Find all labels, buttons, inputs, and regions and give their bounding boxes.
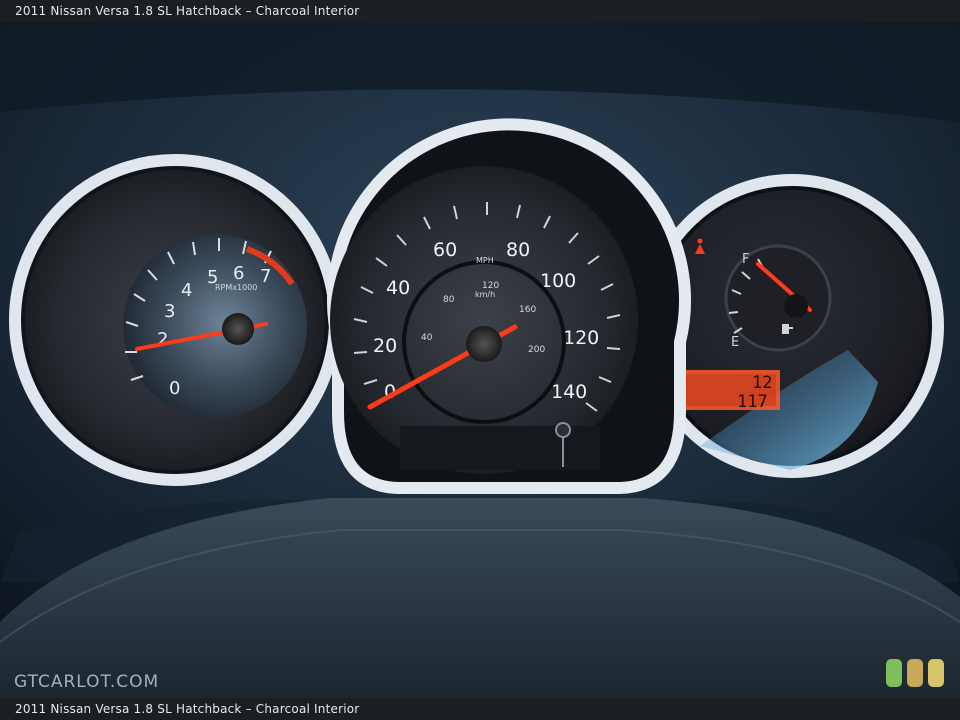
speed-mph-20: 20 [373,335,397,357]
badge-green [886,659,902,687]
speed-kmh-unit: km/h [475,290,495,299]
speed-mph-120: 120 [563,327,599,349]
speed-kmh-160: 160 [519,305,536,315]
caption-bottom: 2011 Nissan Versa 1.8 SL Hatchback – Cha… [0,698,960,720]
speed-kmh-40: 40 [421,333,433,343]
speed-mph-80: 80 [506,239,530,261]
fuel-hub [784,294,808,318]
odometer-line-2: 117 [737,392,768,412]
fuel-empty-label: E [731,335,739,350]
badge-amber [907,659,923,687]
tach-label-2: 2 [157,329,168,350]
tach-label-0: 0 [169,378,180,399]
speedometer-hub [466,326,502,362]
traffic-light-badge [886,659,946,687]
tachometer-hub [222,313,254,345]
tach-label-6: 6 [233,263,244,284]
tachometer: 0 2 3 4 5 6 7 RPMx1000 [9,154,341,486]
speed-kmh-200: 200 [528,345,545,355]
caption-top-text: 2011 Nissan Versa 1.8 SL Hatchback – Cha… [15,4,360,18]
speed-mph-140: 140 [551,381,587,403]
tach-label-7: 7 [260,266,271,287]
speed-mph-60: 60 [433,239,457,261]
photo-frame: 2011 Nissan Versa 1.8 SL Hatchback – Cha… [0,0,960,720]
caption-top: 2011 Nissan Versa 1.8 SL Hatchback – Cha… [0,0,960,22]
speed-mph-40: 40 [386,277,410,299]
speed-mph-unit: MPH [476,256,494,265]
dashboard-photo: 0 2 3 4 5 6 7 RPMx1000 F E 12 117 0 20 4… [0,22,960,698]
caption-bottom-text: 2011 Nissan Versa 1.8 SL Hatchback – Cha… [15,702,360,716]
speed-kmh-80: 80 [443,295,455,305]
tach-label-3: 3 [164,301,175,322]
speedometer: 0 20 40 60 80 100 120 140 40 80 120 160 … [327,118,691,494]
watermark: GTCARLOT.COM [14,672,160,692]
tachometer-face [123,234,307,418]
odometer-line-1: 12 [752,373,772,393]
badge-yellow [928,659,944,687]
tach-label-4: 4 [181,280,192,301]
fuel-full-label: F [742,252,749,267]
tachometer-unit: RPMx1000 [215,283,257,292]
